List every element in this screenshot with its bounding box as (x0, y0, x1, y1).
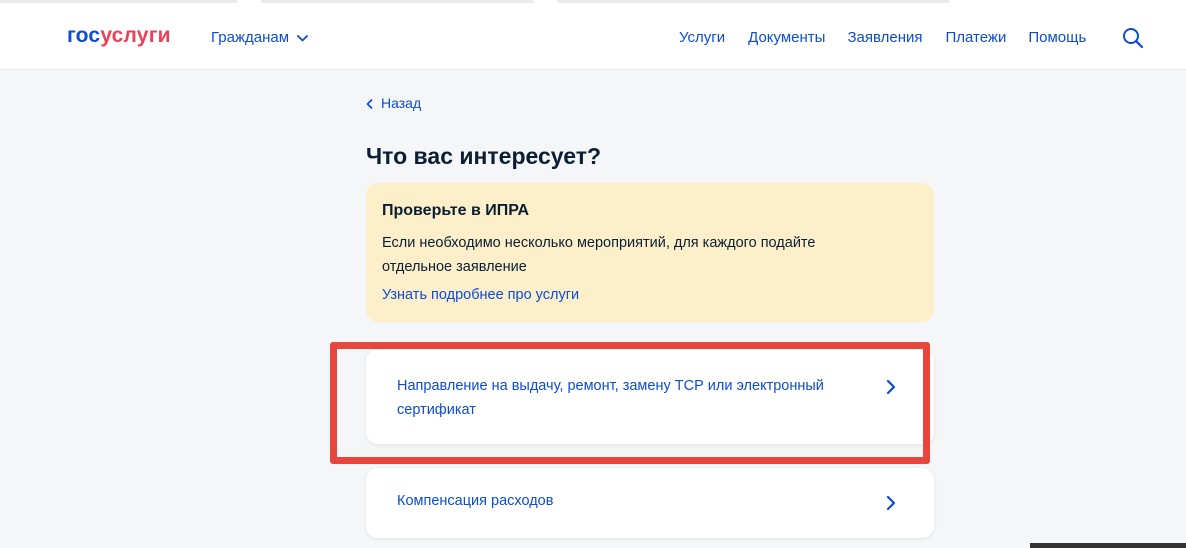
chevron-right-icon (886, 495, 896, 511)
ipra-notice: Проверьте в ИПРА Если необходимо несколь… (366, 183, 934, 322)
chevron-right-icon (886, 379, 896, 395)
nav-payments[interactable]: Платежи (946, 29, 1007, 47)
option-tsr-referral[interactable]: Направление на выдачу, ремонт, замену ТС… (366, 350, 934, 444)
citizens-label: Гражданам (211, 29, 290, 46)
logo-part1: гос (67, 24, 101, 47)
nav-services[interactable]: Услуги (679, 29, 725, 47)
notice-text: Если необходимо несколько мероприятий, д… (382, 235, 816, 275)
chevron-down-icon (297, 34, 308, 41)
back-link[interactable]: Назад (366, 95, 421, 112)
nav-applications[interactable]: Заявления (847, 29, 922, 47)
citizens-dropdown[interactable]: Гражданам (211, 29, 308, 47)
page-title: Что вас интересует? (366, 143, 602, 169)
notice-title: Проверьте в ИПРА (382, 202, 530, 219)
screen-edge (1030, 543, 1186, 548)
option-label: Направление на выдачу, ремонт, замену ТС… (397, 378, 824, 418)
option-expense-compensation[interactable]: Компенсация расходов (366, 468, 934, 538)
nav-help[interactable]: Помощь (1028, 29, 1086, 47)
logo-part2: услуги (100, 24, 171, 47)
search-icon[interactable] (1122, 27, 1144, 49)
chevron-left-icon (366, 98, 373, 109)
top-strip (0, 0, 1186, 3)
gosuslugi-logo[interactable]: госуслуги (67, 23, 171, 49)
option-label: Компенсация расходов (397, 493, 554, 509)
learn-more-link[interactable]: Узнать подробнее про услуги (382, 285, 918, 305)
nav-documents[interactable]: Документы (748, 29, 825, 47)
back-label: Назад (381, 95, 422, 111)
site-header: госуслуги Гражданам Услуги Документы Зая… (0, 0, 1186, 70)
main-nav: Услуги Документы Заявления Платежи Помощ… (679, 29, 1086, 47)
